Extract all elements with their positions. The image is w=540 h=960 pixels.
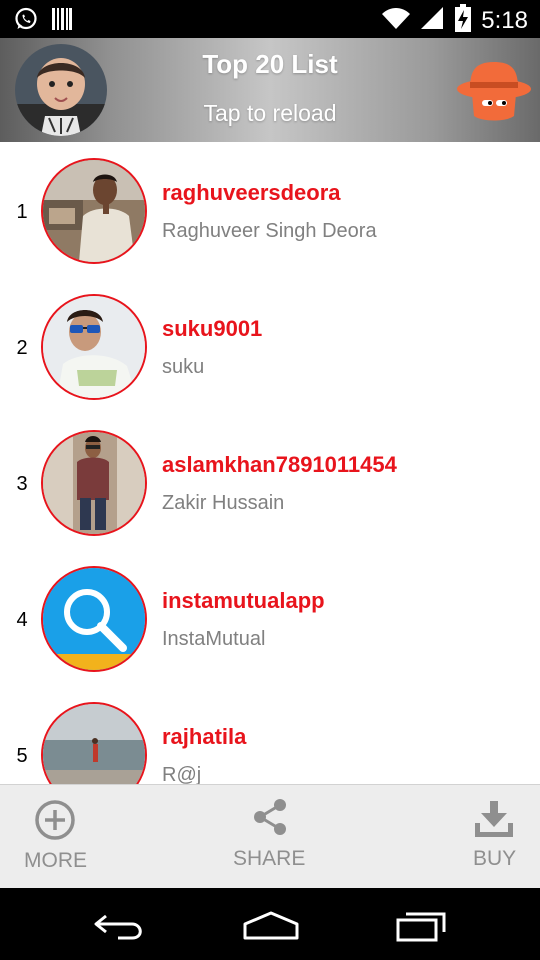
- whatsapp-icon: [14, 7, 38, 36]
- avatar[interactable]: [41, 702, 147, 784]
- more-label: MORE: [24, 849, 87, 872]
- plus-circle-icon: [34, 799, 76, 846]
- list-item[interactable]: 1 raghuveersdeora Raghuveer Singh Deora: [0, 142, 540, 278]
- list-item[interactable]: 4 instamutualapp InstaMutual: [0, 550, 540, 686]
- bottom-action-bar: MORE SHARE BUY: [0, 784, 540, 888]
- rank-number: 1: [16, 201, 28, 223]
- rank-number: 5: [16, 745, 28, 767]
- clock-time: 5:18: [481, 6, 528, 34]
- avatar[interactable]: [41, 294, 147, 400]
- display-name: Raghuveer Singh Deora: [162, 220, 377, 242]
- header-bar[interactable]: Top 20 List Tap to reload: [0, 38, 540, 142]
- display-name: R@j: [162, 764, 202, 784]
- share-icon: [250, 797, 290, 842]
- username[interactable]: aslamkhan7891011454: [162, 452, 397, 478]
- list-item[interactable]: 2 suku9001 suku: [0, 278, 540, 414]
- status-bar: 5:18: [0, 0, 540, 38]
- list-item[interactable]: 3 aslamkhan7891011454 Zakir Hussain: [0, 414, 540, 550]
- username[interactable]: suku9001: [162, 316, 262, 342]
- display-name: Zakir Hussain: [162, 492, 285, 514]
- username[interactable]: raghuveersdeora: [162, 180, 341, 206]
- recents-icon[interactable]: [394, 910, 450, 947]
- barcode-icon: [52, 8, 72, 35]
- rank-number: 2: [16, 337, 28, 359]
- avatar[interactable]: [41, 430, 147, 536]
- download-icon: [473, 799, 515, 844]
- battery-charging-icon: [455, 4, 472, 37]
- wifi-icon: [381, 5, 411, 36]
- username[interactable]: instamutualapp: [162, 588, 325, 614]
- back-icon[interactable]: [92, 910, 148, 947]
- share-label: SHARE: [233, 847, 306, 870]
- buy-button[interactable]: BUY: [440, 785, 540, 889]
- rank-number: 3: [16, 473, 28, 495]
- list-item[interactable]: 5 rajhatila R@j: [0, 686, 540, 784]
- home-icon[interactable]: [242, 910, 300, 945]
- display-name: suku: [162, 356, 205, 378]
- top-list[interactable]: 1 raghuveersdeora Raghuveer Singh Deora …: [0, 142, 540, 784]
- more-button[interactable]: MORE: [0, 785, 120, 889]
- rank-number: 4: [16, 609, 28, 631]
- signal-icon: [421, 5, 445, 36]
- buy-label: BUY: [473, 847, 517, 870]
- share-button[interactable]: SHARE: [220, 785, 320, 889]
- avatar[interactable]: [41, 566, 147, 672]
- display-name: InstaMutual: [162, 628, 266, 650]
- avatar[interactable]: [41, 158, 147, 264]
- incognito-spy-icon[interactable]: [456, 60, 532, 124]
- username[interactable]: rajhatila: [162, 724, 246, 750]
- system-nav-bar: [0, 888, 540, 960]
